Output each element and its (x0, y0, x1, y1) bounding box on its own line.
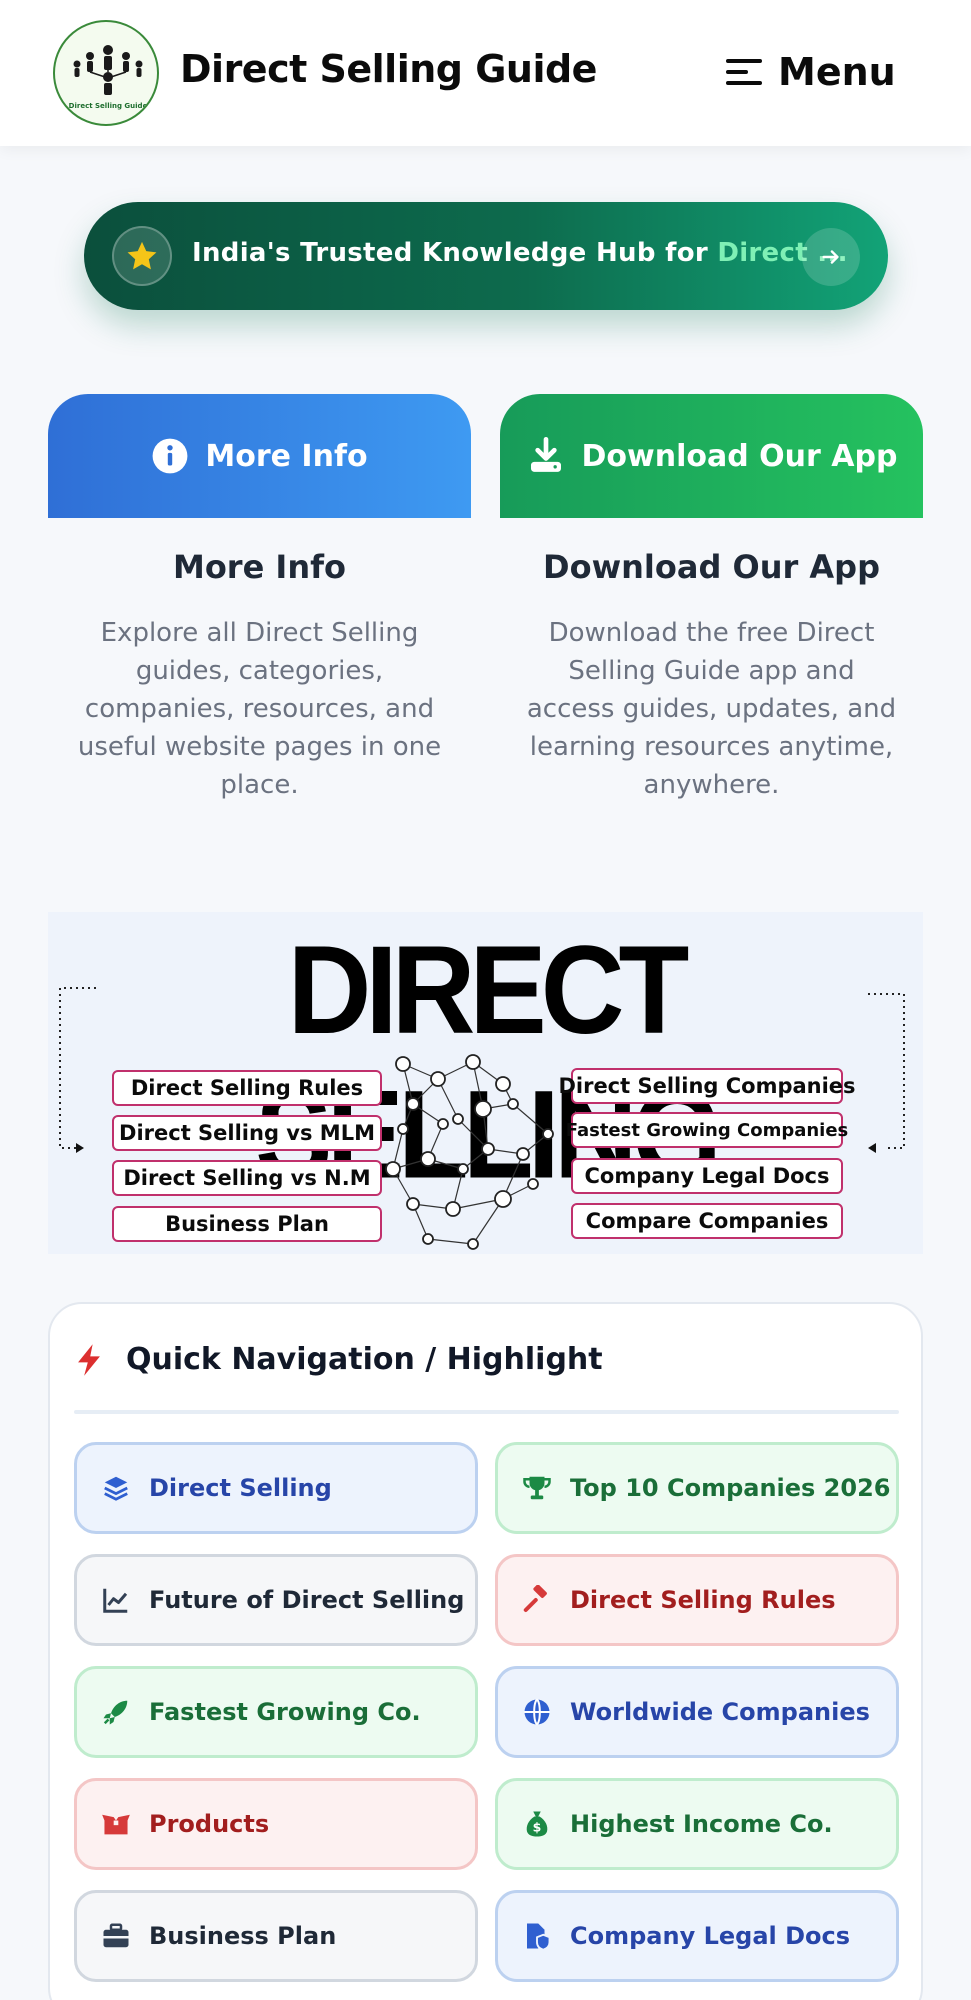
nav-label: Fastest Growing Co. (149, 1698, 421, 1726)
nav-top-10-companies[interactable]: Top 10 Companies 2026 (495, 1442, 899, 1534)
nav-label: Business Plan (149, 1922, 337, 1950)
site-header: Direct Selling Guide Direct Selling Guid… (0, 0, 971, 146)
nav-business-plan[interactable]: Business Plan (74, 1890, 478, 1982)
nav-label: Products (149, 1810, 270, 1838)
chart-line-icon (101, 1585, 131, 1615)
download-app-button[interactable]: Download Our App (500, 394, 923, 518)
more-info-description: Explore all Direct Selling guides, categ… (77, 618, 442, 800)
arrow-right-icon[interactable] (802, 228, 860, 286)
box-open-icon (101, 1809, 131, 1839)
hero-left-item[interactable]: Business Plan (112, 1206, 382, 1242)
nav-fastest-growing[interactable]: Fastest Growing Co. (74, 1666, 478, 1758)
file-shield-icon (522, 1921, 552, 1951)
download-app-label: Download Our App (581, 438, 898, 474)
quick-navigation-header: Quick Navigation / Highlight (74, 1342, 603, 1377)
quick-navigation-title: Quick Navigation / Highlight (126, 1342, 603, 1377)
globe-icon (522, 1697, 552, 1727)
svg-text:$: $ (533, 1820, 542, 1835)
hero-left-item[interactable]: Direct Selling vs MLM (112, 1115, 382, 1151)
direct-selling-hero-image[interactable]: DIRECT SELLING Direct Selling Rules Dire… (48, 912, 923, 1254)
svg-text:Direct Selling Guide: Direct Selling Guide (69, 102, 148, 110)
quick-navigation-panel: Quick Navigation / Highlight Direct Sell… (48, 1302, 923, 2000)
download-app-title: Download Our App (543, 548, 880, 586)
hero-right-item[interactable]: Fastest Growing Companies (566, 1112, 848, 1148)
more-info-title: More Info (172, 548, 347, 586)
rocket-icon (101, 1697, 131, 1727)
hero-right-item[interactable]: Compare Companies (571, 1203, 843, 1239)
nav-worldwide-companies[interactable]: Worldwide Companies (495, 1666, 899, 1758)
trusted-hub-banner[interactable]: India's Trusted Knowledge Hub for Direct… (84, 202, 888, 310)
nav-label: Direct Selling Rules (570, 1586, 836, 1614)
star-icon (112, 226, 172, 286)
layers-icon (101, 1473, 131, 1503)
hamburger-icon (726, 59, 762, 85)
nav-future-of-direct-selling[interactable]: Future of Direct Selling (74, 1554, 478, 1646)
money-bag-icon: $ (522, 1809, 552, 1839)
gavel-icon (522, 1585, 552, 1615)
nav-direct-selling[interactable]: Direct Selling (74, 1442, 478, 1534)
nav-label: Company Legal Docs (570, 1922, 851, 1950)
more-info-label: More Info (205, 438, 368, 474)
divider (74, 1410, 899, 1414)
site-logo[interactable]: Direct Selling Guide (53, 20, 159, 126)
nav-highest-income[interactable]: $ Highest Income Co. (495, 1778, 899, 1870)
bolt-icon (78, 1343, 100, 1376)
nav-products[interactable]: Products (74, 1778, 478, 1870)
hero-left-item[interactable]: Direct Selling vs N.M (112, 1160, 382, 1196)
logo-people-icon: Direct Selling Guide (69, 45, 148, 110)
hero-right-item[interactable]: Company Legal Docs (571, 1158, 843, 1194)
site-title[interactable]: Direct Selling Guide (180, 47, 597, 91)
hero-left-item[interactable]: Direct Selling Rules (112, 1070, 382, 1106)
menu-button[interactable]: Menu (724, 44, 896, 100)
banner-text: India's Trusted Knowledge Hub for Direct… (192, 238, 848, 268)
more-info-button[interactable]: More Info (48, 394, 471, 518)
nav-label: Highest Income Co. (570, 1810, 833, 1838)
nav-company-legal-docs[interactable]: Company Legal Docs (495, 1890, 899, 1982)
menu-label: Menu (778, 50, 896, 94)
briefcase-icon (101, 1921, 131, 1951)
nav-label: Future of Direct Selling (149, 1586, 465, 1614)
network-graph-icon (385, 1054, 554, 1250)
nav-label: Worldwide Companies (570, 1698, 870, 1726)
hero-right-item[interactable]: Direct Selling Companies (558, 1068, 856, 1104)
nav-label: Direct Selling (149, 1474, 332, 1502)
nav-direct-selling-rules[interactable]: Direct Selling Rules (495, 1554, 899, 1646)
download-app-description: Download the free Direct Selling Guide a… (526, 618, 897, 800)
trophy-icon (522, 1473, 552, 1503)
info-circle-icon (152, 438, 188, 474)
download-icon (530, 437, 561, 472)
nav-label: Top 10 Companies 2026 (570, 1474, 891, 1502)
